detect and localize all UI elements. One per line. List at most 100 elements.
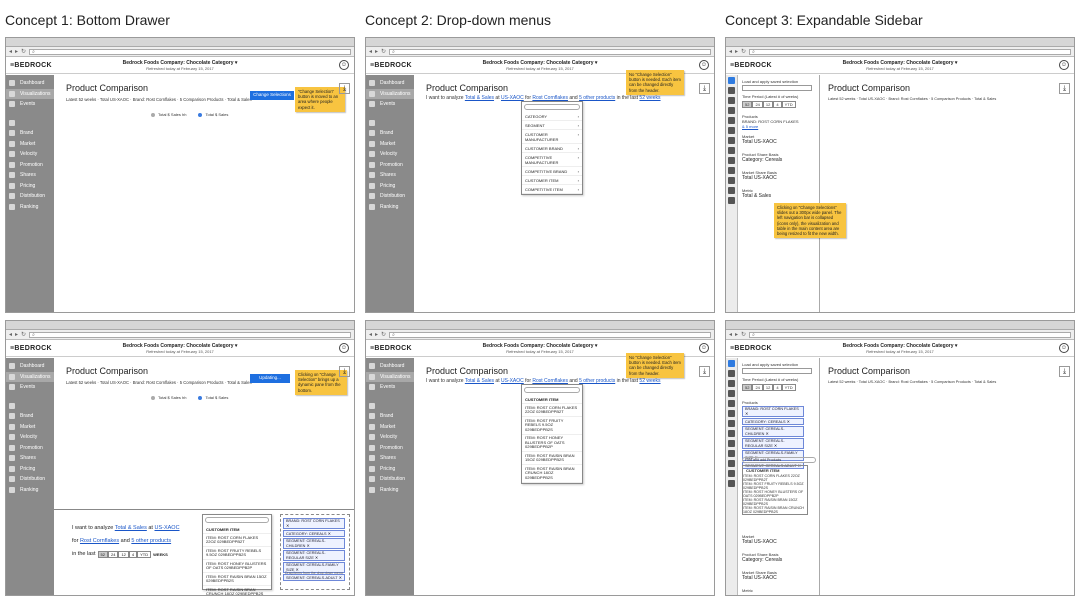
nav-icon[interactable] (728, 450, 735, 457)
nav-pricing[interactable]: Pricing (6, 181, 54, 192)
menu-search-input[interactable] (524, 104, 580, 110)
period-option[interactable]: 52 (742, 384, 753, 391)
products-link[interactable]: 5 other products (579, 95, 615, 101)
download-icon[interactable]: ⤓ (339, 366, 350, 377)
nav-icon[interactable] (728, 167, 735, 174)
metric-link[interactable]: Total & Sales (115, 525, 147, 531)
download-icon[interactable]: ⤓ (699, 366, 710, 377)
change-selections-button[interactable]: Change Selections (250, 91, 294, 100)
period-option[interactable]: 24 (108, 551, 119, 558)
menu-item[interactable]: CUSTOMER ITEM › (522, 176, 582, 185)
list-item[interactable]: ITEM: ROST HONEY BLUSTERS OF OATS 029BED… (522, 435, 582, 452)
nav-dashboard[interactable]: Dashboard (6, 361, 54, 372)
menu-item[interactable]: COMPETITIVE BRAND › (522, 167, 582, 176)
market-share-filter[interactable]: Market Share Basis Total US-XAOC (742, 570, 816, 581)
nav-collapse[interactable] (366, 401, 414, 412)
nav-visualizations[interactable]: Visualizations (366, 371, 414, 382)
nav-dashboard[interactable]: Dashboard (366, 361, 414, 372)
company-selector[interactable]: Bedrock Foods Company: Chocolate Categor… (726, 343, 1074, 354)
nav-collapse[interactable] (6, 118, 54, 129)
back-icon[interactable]: ◂ (369, 48, 372, 55)
nav-icon[interactable] (728, 157, 735, 164)
list-item[interactable]: ITEM: ROST FRUITY REBELS 9.5OZ 029BEDPPB… (743, 482, 807, 490)
nav-market[interactable]: Market (366, 139, 414, 150)
reload-icon[interactable]: ↻ (381, 48, 386, 55)
products-filter[interactable]: Products BRAND: ROST CORN FLAKES & 5 more (742, 114, 816, 129)
period-option[interactable]: YTD (137, 551, 152, 558)
nav-brand[interactable]: Brand (366, 128, 414, 139)
nav-velocity[interactable]: Velocity (6, 149, 54, 160)
nav-icon[interactable] (728, 420, 735, 427)
user-avatar-icon[interactable]: ☺ (1059, 343, 1069, 353)
user-avatar-icon[interactable]: ☺ (699, 60, 709, 70)
back-icon[interactable]: ◂ (729, 48, 732, 55)
market-filter[interactable]: Market Total US-XAOC (742, 534, 816, 545)
selected-chip[interactable]: BRAND: ROST CORN FLAKES ✕ (742, 406, 804, 417)
nav-icon[interactable] (728, 440, 735, 447)
period-option[interactable]: YTD (781, 101, 796, 108)
nav-promotion[interactable]: Promotion (366, 160, 414, 171)
products-link[interactable]: 5 other products (131, 538, 171, 544)
find-products-input[interactable]: Find and add Products (742, 457, 816, 463)
user-avatar-icon[interactable]: ☺ (699, 343, 709, 353)
reload-icon[interactable]: ↻ (21, 48, 26, 55)
nav-icon[interactable] (728, 390, 735, 397)
list-item[interactable]: ITEM: ROST RAISIN BRAN 15OZ 029BEDPPB2S (743, 498, 807, 506)
nav-events[interactable]: Events (6, 382, 54, 393)
nav-icon[interactable] (728, 430, 735, 437)
nav-visualizations[interactable]: Visualizations (366, 88, 414, 99)
nav-brand[interactable]: Brand (6, 128, 54, 139)
nav-shares[interactable]: Shares (6, 170, 54, 181)
market-share-filter[interactable]: Market Share Basis Total US-XAOC (742, 170, 816, 181)
back-icon[interactable]: ◂ (9, 331, 12, 338)
period-option[interactable]: 12 (118, 551, 129, 558)
list-item[interactable]: ITEM: ROST RAISIN BRAN 15OZ 029BEDPPB2S (522, 452, 582, 465)
brand-link[interactable]: Rost Cornflakes (80, 538, 119, 544)
user-avatar-icon[interactable]: ☺ (339, 60, 349, 70)
reload-icon[interactable]: ↻ (741, 331, 746, 338)
nav-shares[interactable]: Shares (6, 453, 54, 464)
product-share-filter[interactable]: Product Share Basis Category: Cereals (742, 552, 816, 563)
nav-pricing[interactable]: Pricing (6, 464, 54, 475)
list-item[interactable]: ITEM: ROST CORN FLAKES 22OZ 029BEDPPB2T (522, 404, 582, 417)
download-icon[interactable]: ⤓ (339, 83, 350, 94)
selected-chip[interactable]: SEGMENT: CEREALS-CHILDREN ✕ (283, 538, 345, 549)
nav-market[interactable]: Market (6, 422, 54, 433)
period-option[interactable]: 24 (752, 384, 763, 391)
nav-distribution[interactable]: Distribution (366, 191, 414, 202)
nav-ranking[interactable]: Ranking (6, 202, 54, 213)
company-selector[interactable]: Bedrock Foods Company: Chocolate Categor… (726, 60, 1074, 71)
reload-icon[interactable]: ↻ (741, 48, 746, 55)
nav-promotion[interactable]: Promotion (366, 443, 414, 454)
address-bar[interactable]: ⌕ (29, 48, 351, 55)
list-item[interactable]: ITEM: ROST HONEY BLUSTERS OF OATS 029BED… (203, 560, 271, 573)
back-icon[interactable]: ◂ (9, 48, 12, 55)
nav-icon[interactable] (728, 117, 735, 124)
products-link[interactable]: 5 other products (579, 378, 615, 384)
nav-market[interactable]: Market (366, 422, 414, 433)
selected-chip[interactable]: BRAND: ROST CORN FLAKES ✕ (283, 518, 345, 529)
forward-icon[interactable]: ▸ (735, 331, 738, 338)
selected-chip[interactable]: SEGMENT: CEREALS-REGULAR SIZE ✕ (742, 438, 804, 449)
market-filter[interactable]: Market Total US-XAOC (742, 134, 816, 145)
reload-icon[interactable]: ↻ (381, 331, 386, 338)
nav-visualizations[interactable]: Visualizations (6, 371, 54, 382)
nav-distribution[interactable]: Distribution (366, 474, 414, 485)
nav-icon[interactable] (728, 410, 735, 417)
menu-item[interactable]: COMPETITIVE ITEM › (522, 185, 582, 194)
list-item[interactable]: ITEM: ROST CORN FLAKES 22OZ 029BEDPPB2T (203, 534, 271, 547)
nav-events[interactable]: Events (366, 382, 414, 393)
menu-item[interactable]: SEGMENT › (522, 121, 582, 130)
list-item[interactable]: ITEM: ROST HONEY BLUSTERS OF OATS 029BED… (743, 490, 807, 498)
list-item[interactable]: ITEM: ROST FRUITY REBELS 9.5OZ 029BEDPPB… (203, 547, 271, 560)
saved-selection-select[interactable] (742, 85, 812, 91)
selected-items-dropzone[interactable]: BRAND: ROST CORN FLAKES ✕ CATEGORY: CEREA… (280, 514, 350, 590)
period-option[interactable]: 52 (742, 101, 753, 108)
nav-brand[interactable]: Brand (6, 411, 54, 422)
address-bar[interactable]: ⌕ (749, 48, 1071, 55)
user-avatar-icon[interactable]: ☺ (1059, 60, 1069, 70)
list-search-input[interactable] (205, 517, 269, 523)
nav-distribution[interactable]: Distribution (6, 191, 54, 202)
nav-shares[interactable]: Shares (366, 170, 414, 181)
nav-promotion[interactable]: Promotion (6, 443, 54, 454)
